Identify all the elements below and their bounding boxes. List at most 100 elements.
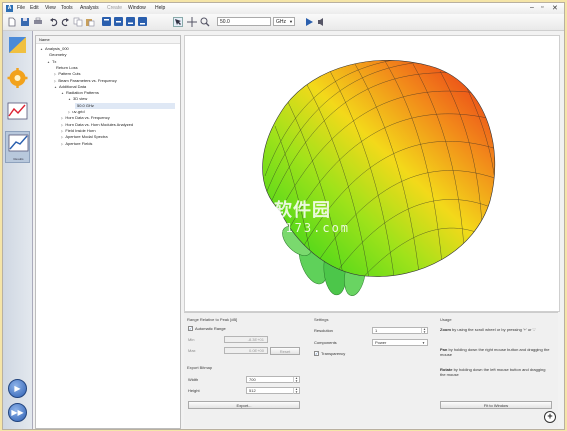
usage-zoom-text: by using the scroll wheel or by pressing… bbox=[452, 327, 536, 332]
frequency-input[interactable]: 50.0 bbox=[217, 17, 271, 26]
tree-node[interactable]: ▷ Aperture Fields bbox=[61, 141, 92, 147]
close-icon[interactable]: ✕ bbox=[552, 4, 558, 12]
tree-twisty-icon[interactable]: ▲ bbox=[40, 47, 43, 51]
pan-tool-icon[interactable] bbox=[187, 17, 197, 27]
tree-node-label: Return Loss bbox=[56, 64, 78, 70]
height-spinner-icon[interactable]: ▲ ▼ bbox=[293, 388, 299, 394]
max-field[interactable]: 0.0E+00 bbox=[224, 347, 268, 354]
width-spinner-icon[interactable]: ▲ ▼ bbox=[293, 377, 299, 383]
tree-twisty-icon[interactable]: ▷ bbox=[54, 72, 56, 76]
resolution-value: 1 bbox=[375, 328, 378, 333]
tree-node[interactable]: ▲ Tx bbox=[47, 59, 56, 65]
speaker-icon[interactable] bbox=[317, 17, 327, 27]
reset-button[interactable]: Reset bbox=[270, 347, 300, 355]
transparency-checkbox[interactable]: ✓ bbox=[314, 351, 319, 356]
watermark-url: sd173.com bbox=[267, 221, 351, 235]
view-side-icon[interactable] bbox=[126, 17, 135, 26]
play-icon[interactable] bbox=[304, 17, 314, 27]
width-label: Width bbox=[188, 377, 199, 382]
view-top-icon[interactable] bbox=[102, 17, 111, 26]
resolution-spinner-icon[interactable]: ▲ ▼ bbox=[421, 328, 427, 334]
paste-icon[interactable] bbox=[85, 17, 95, 27]
tree-node[interactable]: ▲ Radiation Patterns bbox=[61, 90, 99, 96]
maximize-icon[interactable]: ▫ bbox=[541, 4, 543, 11]
tree-twisty-icon[interactable]: ▷ bbox=[54, 79, 56, 83]
tree-twisty-icon[interactable]: ▷ bbox=[61, 135, 63, 139]
tree-twisty-icon[interactable]: ▷ bbox=[61, 129, 63, 133]
tree-node[interactable]: ▷ Aperture Modal Spectra bbox=[61, 134, 108, 140]
view-bottom-icon[interactable] bbox=[138, 17, 147, 26]
transparency-label: Transparency bbox=[321, 351, 346, 356]
minimize-icon[interactable]: – bbox=[530, 4, 534, 11]
tree-twisty-icon[interactable]: ▲ bbox=[61, 91, 64, 95]
menu-edit[interactable]: Edit bbox=[30, 5, 39, 11]
tree-node[interactable]: ▷ uv-grid bbox=[68, 109, 85, 115]
width-field[interactable]: 700 ▲ ▼ bbox=[246, 376, 300, 383]
nav-plots[interactable] bbox=[5, 100, 30, 130]
min-field[interactable]: -8.3E+01 bbox=[224, 336, 268, 343]
results-chart-icon bbox=[8, 134, 29, 152]
menu-tools[interactable]: Tools bbox=[61, 5, 73, 11]
nav-geometry[interactable] bbox=[5, 34, 30, 64]
tree-twisty-icon[interactable]: ▲ bbox=[47, 60, 50, 64]
print-icon[interactable] bbox=[33, 17, 43, 27]
tree-node[interactable]: ▷ Beam Parameters vs. Frequency bbox=[54, 78, 117, 84]
resolution-field[interactable]: 1 ▲ ▼ bbox=[372, 327, 428, 334]
tree-twisty-icon[interactable]: ▷ bbox=[68, 110, 70, 114]
nav-analysis[interactable] bbox=[5, 67, 30, 97]
tree-node-label: Additional Data bbox=[58, 83, 87, 89]
tree-node-label: Field Inside Horn bbox=[65, 127, 96, 133]
height-field[interactable]: 512 ▲ ▼ bbox=[246, 387, 300, 394]
tree-node[interactable]: ▷ Horn Data vs. Horn Modules Analyzed bbox=[61, 122, 133, 128]
tree-node[interactable]: ▲ Analysis_000 bbox=[40, 46, 69, 52]
tree-twisty-icon[interactable]: ▷ bbox=[61, 116, 63, 120]
tree-node[interactable]: Return Loss bbox=[54, 65, 78, 71]
fast-forward-icon[interactable]: ▶▶ bbox=[8, 403, 27, 422]
nav-results-label: Results bbox=[13, 157, 24, 161]
tree-node[interactable]: ▷ Horn Data vs. Frequency bbox=[61, 115, 110, 121]
menu-view[interactable]: View bbox=[45, 5, 56, 11]
tree-node[interactable]: Geometry bbox=[47, 52, 67, 58]
play-forward-icon[interactable]: ▶ bbox=[8, 379, 27, 398]
tree-node[interactable]: 50.0 GHz bbox=[75, 102, 175, 109]
app-logo-icon: A bbox=[6, 5, 13, 12]
result-tree: Name ▲ Analysis_000 Geometry ▲ Tx Return Loss… bbox=[35, 35, 181, 429]
tree-twisty-icon[interactable]: ▷ bbox=[61, 123, 63, 127]
tree-node-label: Horn Data vs. Horn Modules Analyzed bbox=[65, 121, 134, 127]
undo-icon[interactable] bbox=[49, 17, 59, 27]
tree-twisty-icon[interactable]: ▲ bbox=[68, 97, 71, 101]
usage-zoom-bold: Zoom bbox=[440, 327, 451, 332]
tree-node[interactable]: ▷ Field Inside Horn bbox=[61, 128, 96, 134]
select-tool-icon[interactable] bbox=[173, 17, 183, 27]
menu-analysis[interactable]: Analysis bbox=[80, 5, 99, 11]
range-title: Range Relative to Peak [dB] bbox=[187, 317, 238, 322]
usage-rotate: Rotate by holding down the left mouse bu… bbox=[440, 367, 550, 377]
plot-icon bbox=[7, 102, 28, 120]
view-front-icon[interactable] bbox=[114, 17, 123, 26]
tree-twisty-icon[interactable]: ▷ bbox=[61, 142, 63, 146]
fit-to-window-button[interactable]: Fit to Window bbox=[440, 401, 552, 409]
usage-title: Usage bbox=[440, 317, 452, 322]
tree-twisty-icon[interactable]: ▲ bbox=[54, 85, 57, 89]
export-button[interactable]: Export... bbox=[188, 401, 300, 409]
usage-zoom: Zoom by using the scroll wheel or by pre… bbox=[440, 327, 550, 332]
save-icon[interactable] bbox=[20, 17, 30, 27]
menu-help[interactable]: Help bbox=[155, 5, 165, 11]
redo-icon[interactable] bbox=[60, 17, 70, 27]
zoom-in-icon[interactable]: + bbox=[544, 411, 556, 423]
menu-create[interactable]: Create bbox=[107, 5, 122, 11]
tree-node[interactable]: ▷ Pattern Cuts bbox=[54, 71, 81, 77]
zoom-tool-icon[interactable] bbox=[200, 17, 210, 27]
menu-file[interactable]: File bbox=[17, 5, 25, 11]
tree-node[interactable]: ▲ 3D view bbox=[68, 96, 87, 102]
tree-node[interactable]: ▲ Additional Data bbox=[54, 84, 86, 90]
new-file-icon[interactable] bbox=[7, 17, 17, 27]
components-select[interactable]: Power ▼ bbox=[372, 339, 428, 346]
radiation-pattern-3d-view[interactable]: 电软件园 sd173.com bbox=[184, 35, 560, 312]
copy-icon[interactable] bbox=[73, 17, 83, 27]
menu-window[interactable]: Window bbox=[128, 5, 146, 11]
nav-results[interactable]: Results bbox=[5, 131, 30, 163]
frequency-unit-select[interactable]: GHz ▼ bbox=[273, 17, 295, 26]
automatic-range-checkbox[interactable]: ✓ bbox=[188, 326, 193, 331]
tree-node-label: Beam Parameters vs. Frequency bbox=[58, 77, 117, 83]
